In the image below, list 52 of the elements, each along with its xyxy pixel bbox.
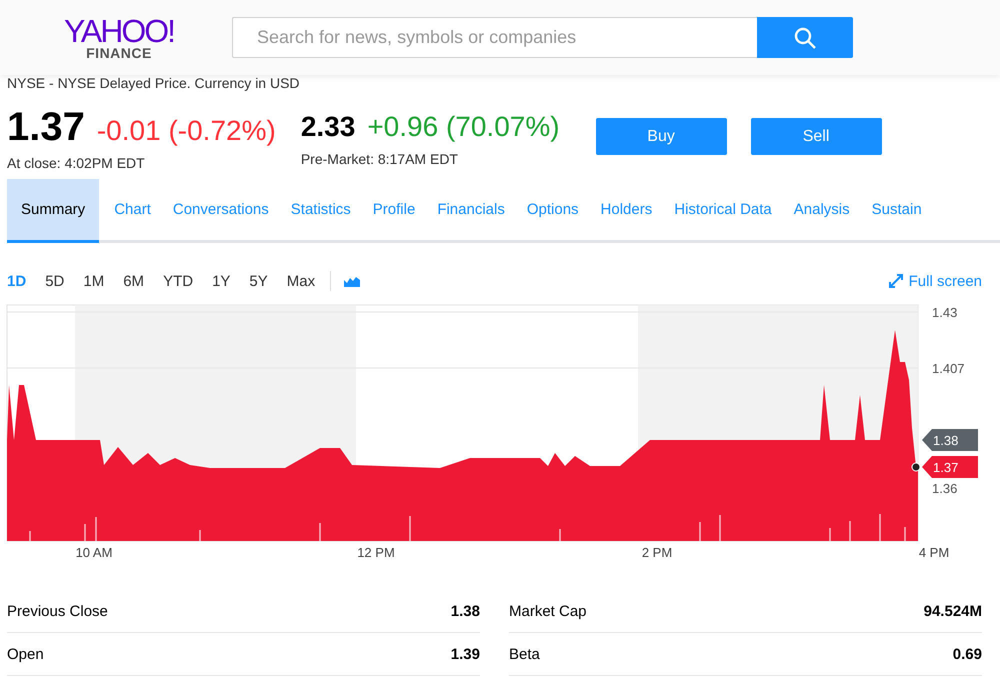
expand-icon [888, 274, 903, 288]
stat-label: Beta [509, 646, 540, 662]
trade-button[interactable]: Sell [750, 118, 882, 155]
price-change: +0.96 (70.07%) [367, 110, 560, 144]
y-axis-label: 1.407 [932, 361, 965, 376]
x-axis-label: 2 PM [642, 545, 672, 560]
nav-tab[interactable]: Options [516, 179, 590, 243]
stat-value: 0.69 [952, 646, 982, 662]
nav-tab[interactable]: Sustain [860, 179, 933, 243]
price-flag: 1.37 [922, 456, 978, 478]
range-tab[interactable]: YTD [163, 272, 194, 290]
stat-value: 94.524M [924, 602, 982, 620]
y-axis-label: 1.36 [932, 481, 958, 496]
search-button[interactable] [757, 17, 853, 58]
range-tab[interactable]: 1D [7, 272, 26, 290]
nav-tab[interactable]: Chart [103, 179, 162, 243]
nav-tab[interactable]: Profile [362, 179, 426, 243]
full-screen-link[interactable]: Full screen [888, 272, 982, 290]
nav-tab[interactable]: Holders [590, 179, 664, 243]
exchange-note: NYSE - NYSE Delayed Price. Currency in USD [7, 75, 301, 93]
x-axis-label: 10 AM [76, 545, 112, 560]
trade-button[interactable]: Buy [596, 118, 727, 155]
range-tab[interactable]: 5D [45, 272, 64, 290]
yahoo-finance-logo[interactable]: YAHOO! FINANCE [64, 16, 174, 60]
nav-tab[interactable]: Conversations [162, 179, 280, 243]
search-field[interactable]: Search for news, symbols or companies [232, 17, 757, 58]
range-tab[interactable]: 5Y [249, 272, 268, 290]
stat-value: 1.38 [450, 602, 480, 620]
price-flag: 1.38 [922, 429, 978, 451]
nav-tab[interactable]: Statistics [280, 179, 362, 243]
search-icon [793, 26, 817, 50]
stat-label: Previous Close [7, 602, 108, 620]
x-axis-label: 4 PM [918, 545, 950, 560]
nav-tab[interactable]: Historical Data [663, 179, 783, 243]
price-change: -0.01 (-0.72%) [96, 114, 276, 148]
quote-time: Pre-Market: 8:17AM EDT [300, 151, 459, 167]
range-tab[interactable]: 1M [83, 272, 104, 290]
area-chart-icon[interactable] [344, 276, 360, 286]
stat-value: 1.39 [450, 646, 480, 662]
x-axis-label: 12 PM [357, 545, 395, 560]
stat-label: Open [7, 646, 44, 662]
price: 2.33 [300, 110, 356, 144]
nav-tab[interactable]: Financials [426, 179, 516, 243]
quote-time: At close: 4:02PM EDT [7, 155, 146, 171]
y-axis-label: 1.43 [932, 305, 958, 320]
range-tab[interactable]: 1Y [212, 272, 230, 290]
range-tab[interactable]: 6M [123, 272, 144, 290]
range-tab[interactable]: Max [286, 272, 316, 290]
stat-label: Market Cap [509, 602, 587, 620]
nav-tab[interactable]: Summary [7, 179, 100, 243]
price: 1.37 [7, 104, 85, 151]
nav-tab[interactable]: Analysis [782, 179, 861, 243]
